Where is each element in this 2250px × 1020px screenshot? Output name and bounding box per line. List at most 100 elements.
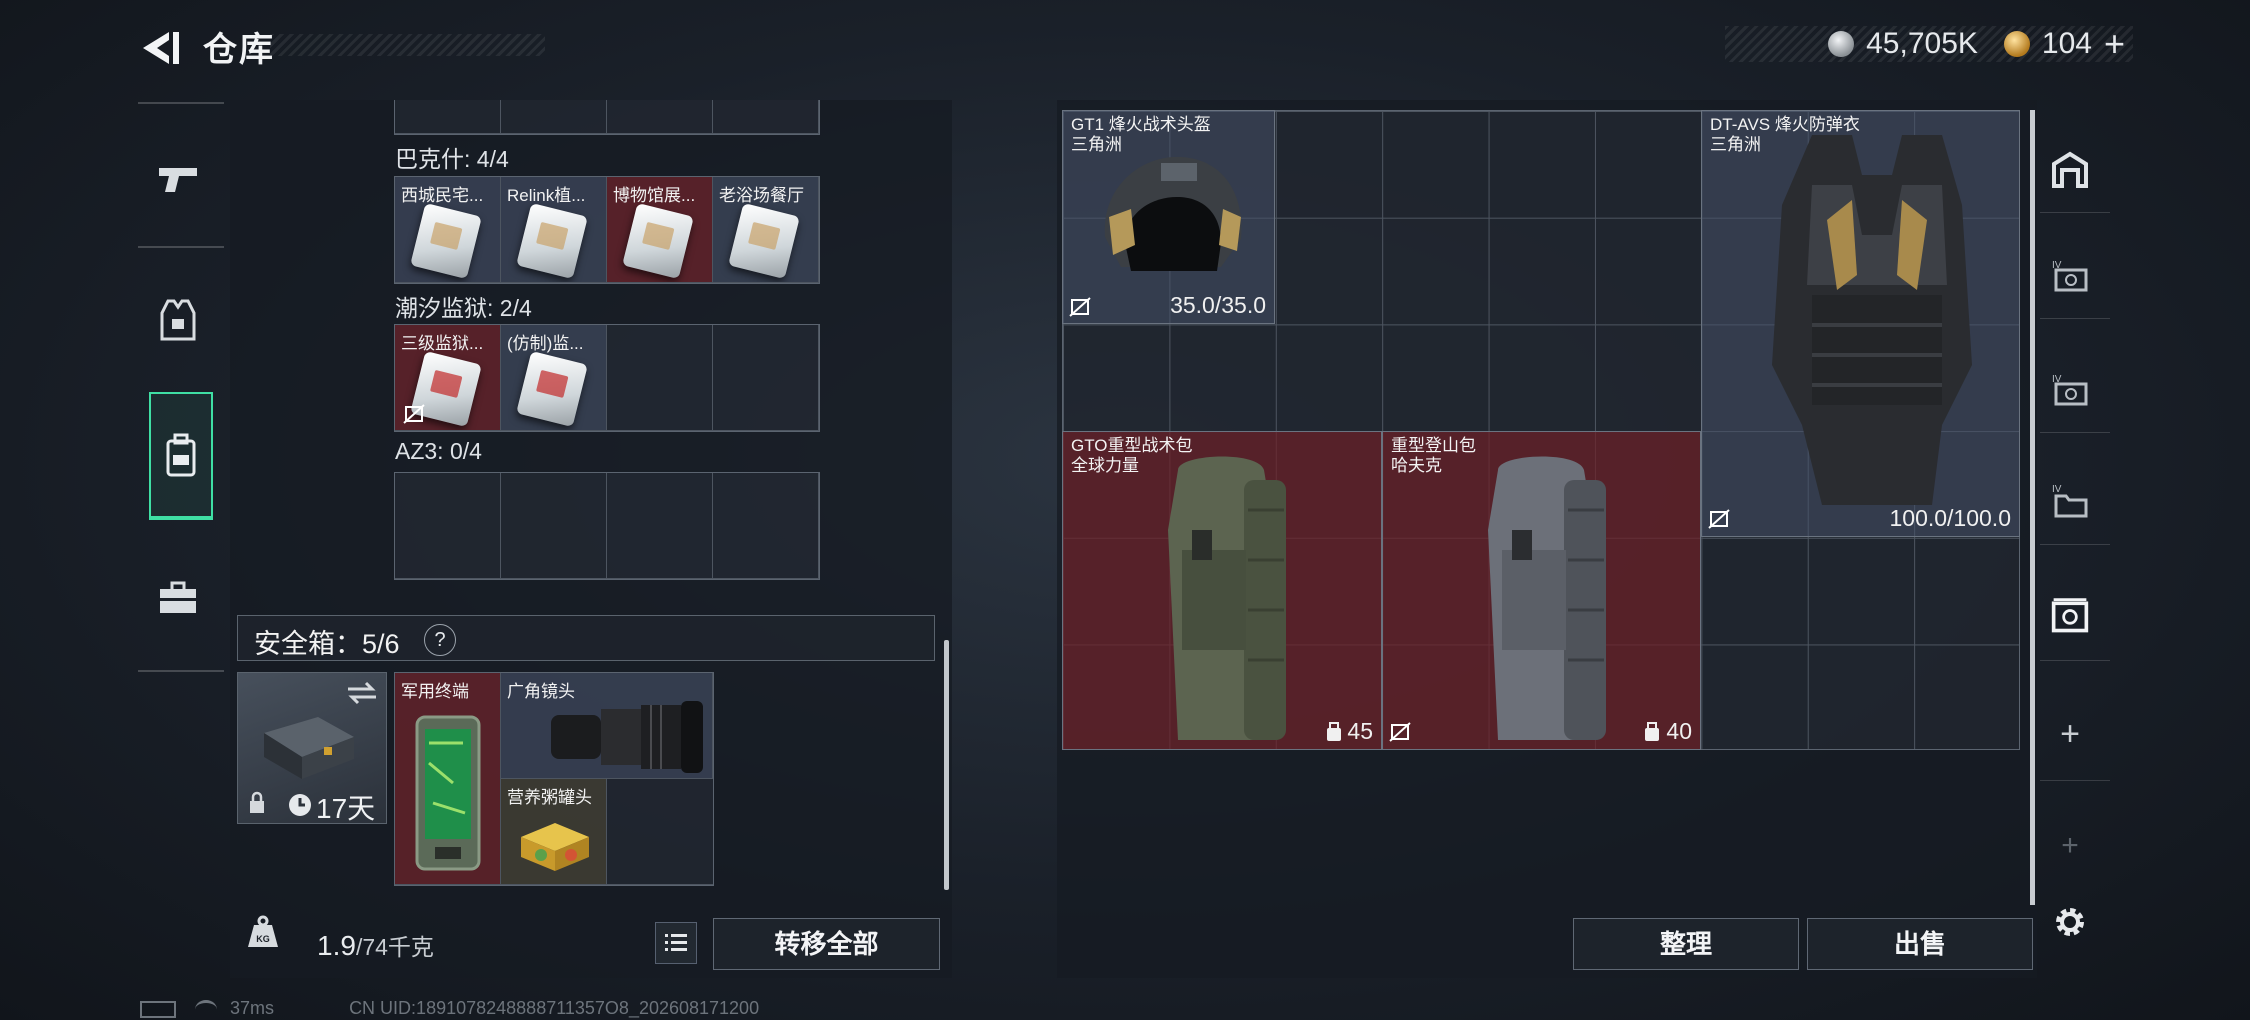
backpack-heavy-item[interactable]: 重型登山包 哈夫克 40: [1382, 431, 1701, 750]
sidebar-divider: [2040, 212, 2110, 213]
status-bar: 37ms CN UID:1891078248888711357O8_202608…: [140, 998, 759, 1019]
storage-tab-active[interactable]: [2050, 596, 2090, 636]
keycard-grid-prison: 三级监狱... (仿制)监...: [394, 324, 820, 432]
grid-cell[interactable]: [607, 473, 713, 579]
keycard-icon: [622, 202, 694, 280]
clock-icon: [289, 794, 311, 816]
keycard-item[interactable]: 三级监狱...: [395, 325, 501, 431]
back-arrow-icon: [143, 32, 179, 64]
grid-cell[interactable]: [607, 325, 713, 431]
grid-cell[interactable]: [607, 779, 713, 885]
backpack-gto-capacity: 45: [1347, 718, 1373, 744]
add-storage-button[interactable]: +: [2050, 714, 2090, 754]
svg-text:IV: IV: [2052, 484, 2062, 495]
armor-image: [1772, 135, 1972, 505]
grid-cell[interactable]: [501, 100, 607, 134]
settings-button[interactable]: [2050, 902, 2090, 942]
right-scrollbar[interactable]: [2030, 110, 2035, 905]
safebox-case[interactable]: 17天: [237, 672, 387, 824]
keycard-item[interactable]: 博物馆展...: [607, 177, 713, 283]
transfer-all-button[interactable]: 转移全部: [713, 918, 940, 970]
sidebar-divider: [2040, 780, 2110, 781]
capacity-bag-icon: [1645, 722, 1659, 741]
storage-tab-4c[interactable]: IV: [2050, 480, 2090, 520]
sell-button[interactable]: 出售: [1807, 918, 2033, 970]
weight-readout: 1.9/74千克: [317, 928, 434, 962]
weight-capacity: /74千克: [355, 934, 434, 960]
add-currency-button[interactable]: +: [2104, 23, 2125, 65]
backpack-image: [1488, 456, 1606, 740]
weight-current: 1.9: [317, 930, 356, 961]
storage-tab-4b[interactable]: IV: [2050, 370, 2090, 410]
tab-divider: [138, 102, 224, 104]
backpack-heavy-name: 重型登山包: [1391, 436, 1476, 455]
keycard-grid-partial: [394, 100, 820, 135]
helmet-image: [1104, 156, 1242, 271]
grid-cell[interactable]: [395, 473, 501, 579]
grid-cell[interactable]: [713, 473, 819, 579]
wifi-icon: [195, 999, 218, 1019]
capacity-bag-icon: [1327, 722, 1341, 741]
tab-equipment[interactable]: [138, 256, 218, 384]
keycard-group-label: AZ3: 0/4: [395, 438, 482, 464]
armor-item[interactable]: DT-AVS 烽火防弹衣 三角洲 100.0/100.0: [1701, 110, 2020, 537]
tab-backpack[interactable]: [149, 392, 213, 520]
backpack-heavy-brand: 哈夫克: [1391, 456, 1442, 475]
keycard-group-label: 潮汐监狱: 2/4: [395, 295, 532, 321]
uid-text: CN UID:1891078248888711357O8_20260817120…: [349, 998, 760, 1018]
grid-cell[interactable]: [713, 100, 819, 134]
backpack-image: [1168, 456, 1286, 740]
keycard-item[interactable]: (仿制)监...: [501, 325, 607, 431]
keycard-group-label: 巴克什: 4/4: [395, 146, 509, 172]
grid-cell[interactable]: [501, 473, 607, 579]
help-button[interactable]: ?: [424, 624, 456, 656]
storage-tab-4a[interactable]: IV: [2050, 256, 2090, 296]
keycard-item[interactable]: 老浴场餐厅: [713, 177, 819, 283]
storage-box-active-icon: [2051, 598, 2089, 633]
no-drop-icon: [403, 404, 425, 424]
armor-durability: 100.0/100.0: [1889, 505, 2011, 531]
grid-cell[interactable]: [607, 100, 713, 134]
silver-coin-icon: [1828, 31, 1855, 57]
no-drop-icon: [1389, 722, 1411, 742]
grid-cell[interactable]: [713, 325, 819, 431]
keycard-item[interactable]: Relink植...: [501, 177, 607, 283]
sidebar-divider: [2040, 544, 2110, 545]
no-drop-icon: [1708, 509, 1730, 529]
storage-tab-home[interactable]: [2050, 150, 2090, 190]
terminal-image: [415, 715, 481, 871]
backpack-gto-item[interactable]: GTO重型战术包 全球力量 45: [1062, 431, 1382, 750]
wide-angle-lens-item[interactable]: 广角镜头: [501, 673, 713, 779]
list-view-button[interactable]: [655, 922, 697, 964]
tab-divider: [138, 670, 224, 672]
title-decoration: [270, 34, 545, 56]
add-storage-button-disabled[interactable]: +: [2050, 826, 2090, 866]
keycard-icon: [728, 202, 800, 280]
tab-weapons[interactable]: [138, 116, 218, 244]
helmet-item[interactable]: GT1 烽火战术头盔 三角洲 35.0/35.0: [1062, 110, 1275, 324]
back-button[interactable]: [135, 24, 183, 72]
lens-image: [551, 701, 703, 773]
keycard-icon: [516, 202, 588, 280]
helmet-durability: 35.0/35.0: [1170, 292, 1266, 318]
keycard-icon: [410, 202, 482, 280]
safebox-timer: 17天: [316, 793, 376, 824]
left-scrollbar[interactable]: [944, 640, 949, 890]
warehouse-icon: [2052, 151, 2088, 188]
grid-cell[interactable]: [395, 100, 501, 134]
tab-tools[interactable]: [138, 534, 218, 662]
gear-icon: [2056, 908, 2084, 936]
svg-text:KG: KG: [256, 934, 270, 944]
swap-icon[interactable]: [346, 681, 378, 705]
list-icon: [665, 934, 687, 951]
silver-amount: 45,705K: [1866, 27, 1978, 60]
sort-button[interactable]: 整理: [1573, 918, 1799, 970]
vest-icon: [160, 299, 196, 341]
weight-icon: KG: [248, 915, 278, 947]
keycard-item[interactable]: 西城民宅...: [395, 177, 501, 283]
storage-box-icon: IV: [2052, 374, 2088, 406]
military-terminal-item[interactable]: 军用终端: [395, 673, 501, 885]
backpack-heavy-capacity: 40: [1666, 718, 1692, 744]
keycard-icon: [516, 350, 588, 428]
porridge-can-item[interactable]: 营养粥罐头: [501, 779, 607, 885]
